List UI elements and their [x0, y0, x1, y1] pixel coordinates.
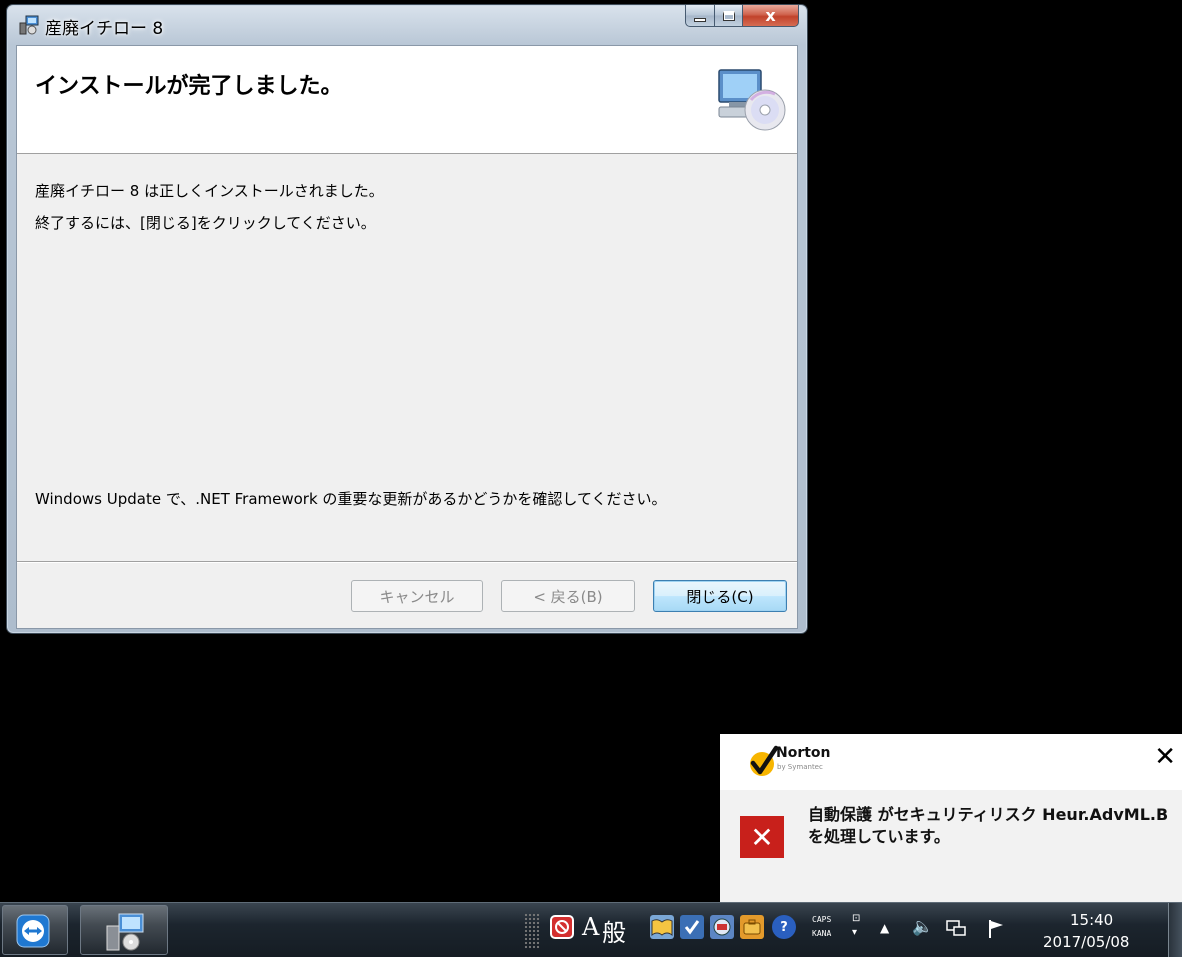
caps-label: CAPS: [812, 915, 832, 924]
message-line-1: 自動保護 がセキュリティリスク Heur.AdvML.B: [808, 805, 1169, 824]
installer-window: 産廃イチロー 8 x インストールが完了しました。 産廃イチロー 8 は正しくイ…: [6, 4, 808, 634]
windows-update-notice: Windows Update で、.NET Framework の重要な更新があ…: [35, 490, 667, 508]
norton-notification: Norton by Symantec ✕ ✕ 自動保護 がセキュリティリスク H…: [720, 734, 1182, 902]
computer-cd-icon: [718, 69, 786, 131]
caps-kana-indicator: CAPS KANA: [812, 913, 831, 941]
ime-check-icon[interactable]: [680, 915, 704, 939]
alert-x-icon: ✕: [740, 816, 784, 858]
norton-brand: Norton: [776, 745, 831, 761]
notification-message: 自動保護 がセキュリティリスク Heur.AdvML.B を処理しています。: [808, 804, 1178, 848]
window-title: 産廃イチロー 8: [45, 19, 164, 39]
minimize-button[interactable]: [685, 5, 715, 27]
notification-header: Norton by Symantec ✕: [720, 734, 1182, 790]
kana-label: KANA: [812, 929, 832, 938]
maximize-icon: [722, 10, 735, 21]
help-icon[interactable]: ?: [772, 915, 796, 939]
show-hidden-icons-icon[interactable]: ▲: [880, 921, 889, 935]
action-center-flag-icon[interactable]: [988, 919, 1006, 939]
cancel-button: キャンセル: [351, 580, 483, 612]
network-icon[interactable]: [946, 919, 966, 939]
checkmark-icon: [684, 920, 700, 935]
page-title: インストールが完了しました。: [35, 74, 343, 99]
back-button: < 戻る(B): [501, 580, 635, 612]
show-desktop-button[interactable]: [1168, 903, 1182, 957]
title-bar[interactable]: 産廃イチロー 8 x: [7, 5, 807, 43]
footer-divider: [17, 561, 797, 563]
close-button[interactable]: 閉じる(C): [653, 580, 787, 612]
taskbar-installer-button[interactable]: [80, 905, 168, 955]
wizard-client-area: インストールが完了しました。 産廃イチロー 8 は正しくインストールされました。…: [16, 45, 798, 629]
toolbox-icon: [743, 919, 761, 935]
installer-taskbar-icon: [106, 913, 144, 951]
ime-pad-icon[interactable]: [710, 915, 734, 939]
book-icon: [651, 919, 673, 936]
tray-grip[interactable]: [524, 913, 540, 949]
ime-options-icon[interactable]: ⊡ ▾: [852, 912, 860, 940]
minimize-icon: [694, 17, 706, 22]
ime-mode-indicator[interactable]: A: [582, 913, 599, 941]
clock-date[interactable]: 2017/05/08: [1043, 933, 1129, 951]
notification-body[interactable]: ✕ 自動保護 がセキュリティリスク Heur.AdvML.B を処理しています。: [720, 790, 1182, 902]
caption-buttons: x: [685, 5, 799, 27]
taskbar-teamviewer-button[interactable]: [2, 905, 68, 955]
close-window-button[interactable]: x: [743, 5, 799, 27]
ime-kanji-indicator[interactable]: 般: [602, 913, 626, 948]
volume-icon[interactable]: 🔈: [912, 917, 933, 937]
ime-dictionary-icon[interactable]: [650, 915, 674, 939]
pad-icon: [713, 918, 731, 936]
notification-close-icon[interactable]: ✕: [1154, 742, 1176, 772]
wizard-banner: インストールが完了しました。: [17, 46, 797, 154]
ime-tools-icon[interactable]: [740, 915, 764, 939]
installer-icon: [19, 15, 39, 35]
install-success-text: 産廃イチロー 8 は正しくインストールされました。: [35, 182, 384, 200]
clock-time[interactable]: 15:40: [1070, 911, 1113, 929]
close-icon: x: [765, 6, 776, 25]
close-instruction-text: 終了するには、[閉じる]をクリックしてください。: [35, 214, 376, 232]
security-tray-icon[interactable]: [550, 915, 574, 939]
maximize-button: [715, 5, 743, 27]
taskbar: A 般 ? CAPS KANA ⊡ ▾ ▲ 🔈 15:40 2017/05/08: [0, 902, 1182, 957]
norton-brand-sub: by Symantec: [777, 763, 823, 771]
teamviewer-icon: [16, 914, 50, 948]
message-line-2: を処理しています。: [808, 827, 950, 846]
no-entry-icon: [555, 920, 569, 934]
